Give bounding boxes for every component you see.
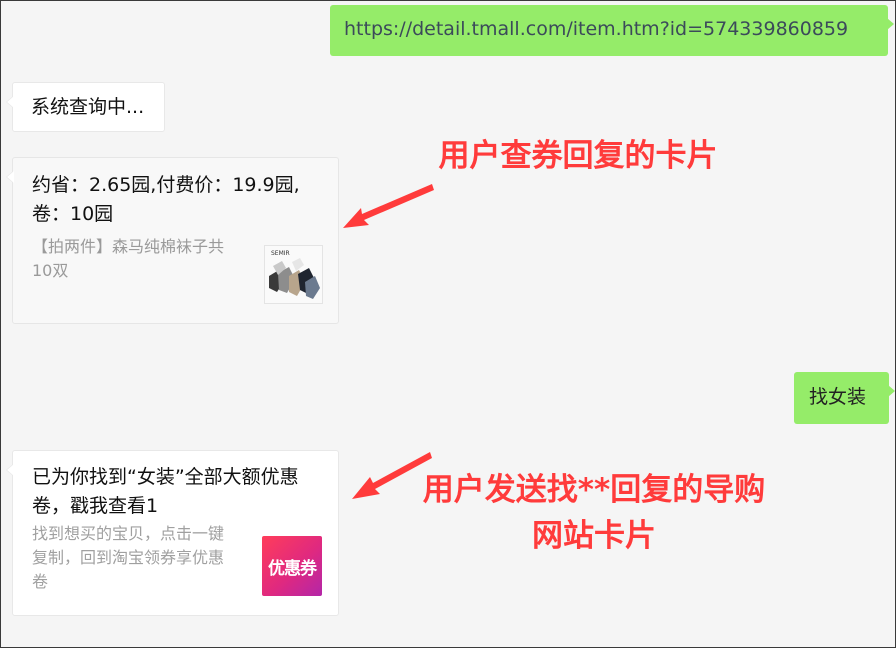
arrow-to-card1 <box>343 184 434 228</box>
arrow-to-card2 <box>352 452 432 499</box>
annotation-arrows <box>343 184 434 499</box>
